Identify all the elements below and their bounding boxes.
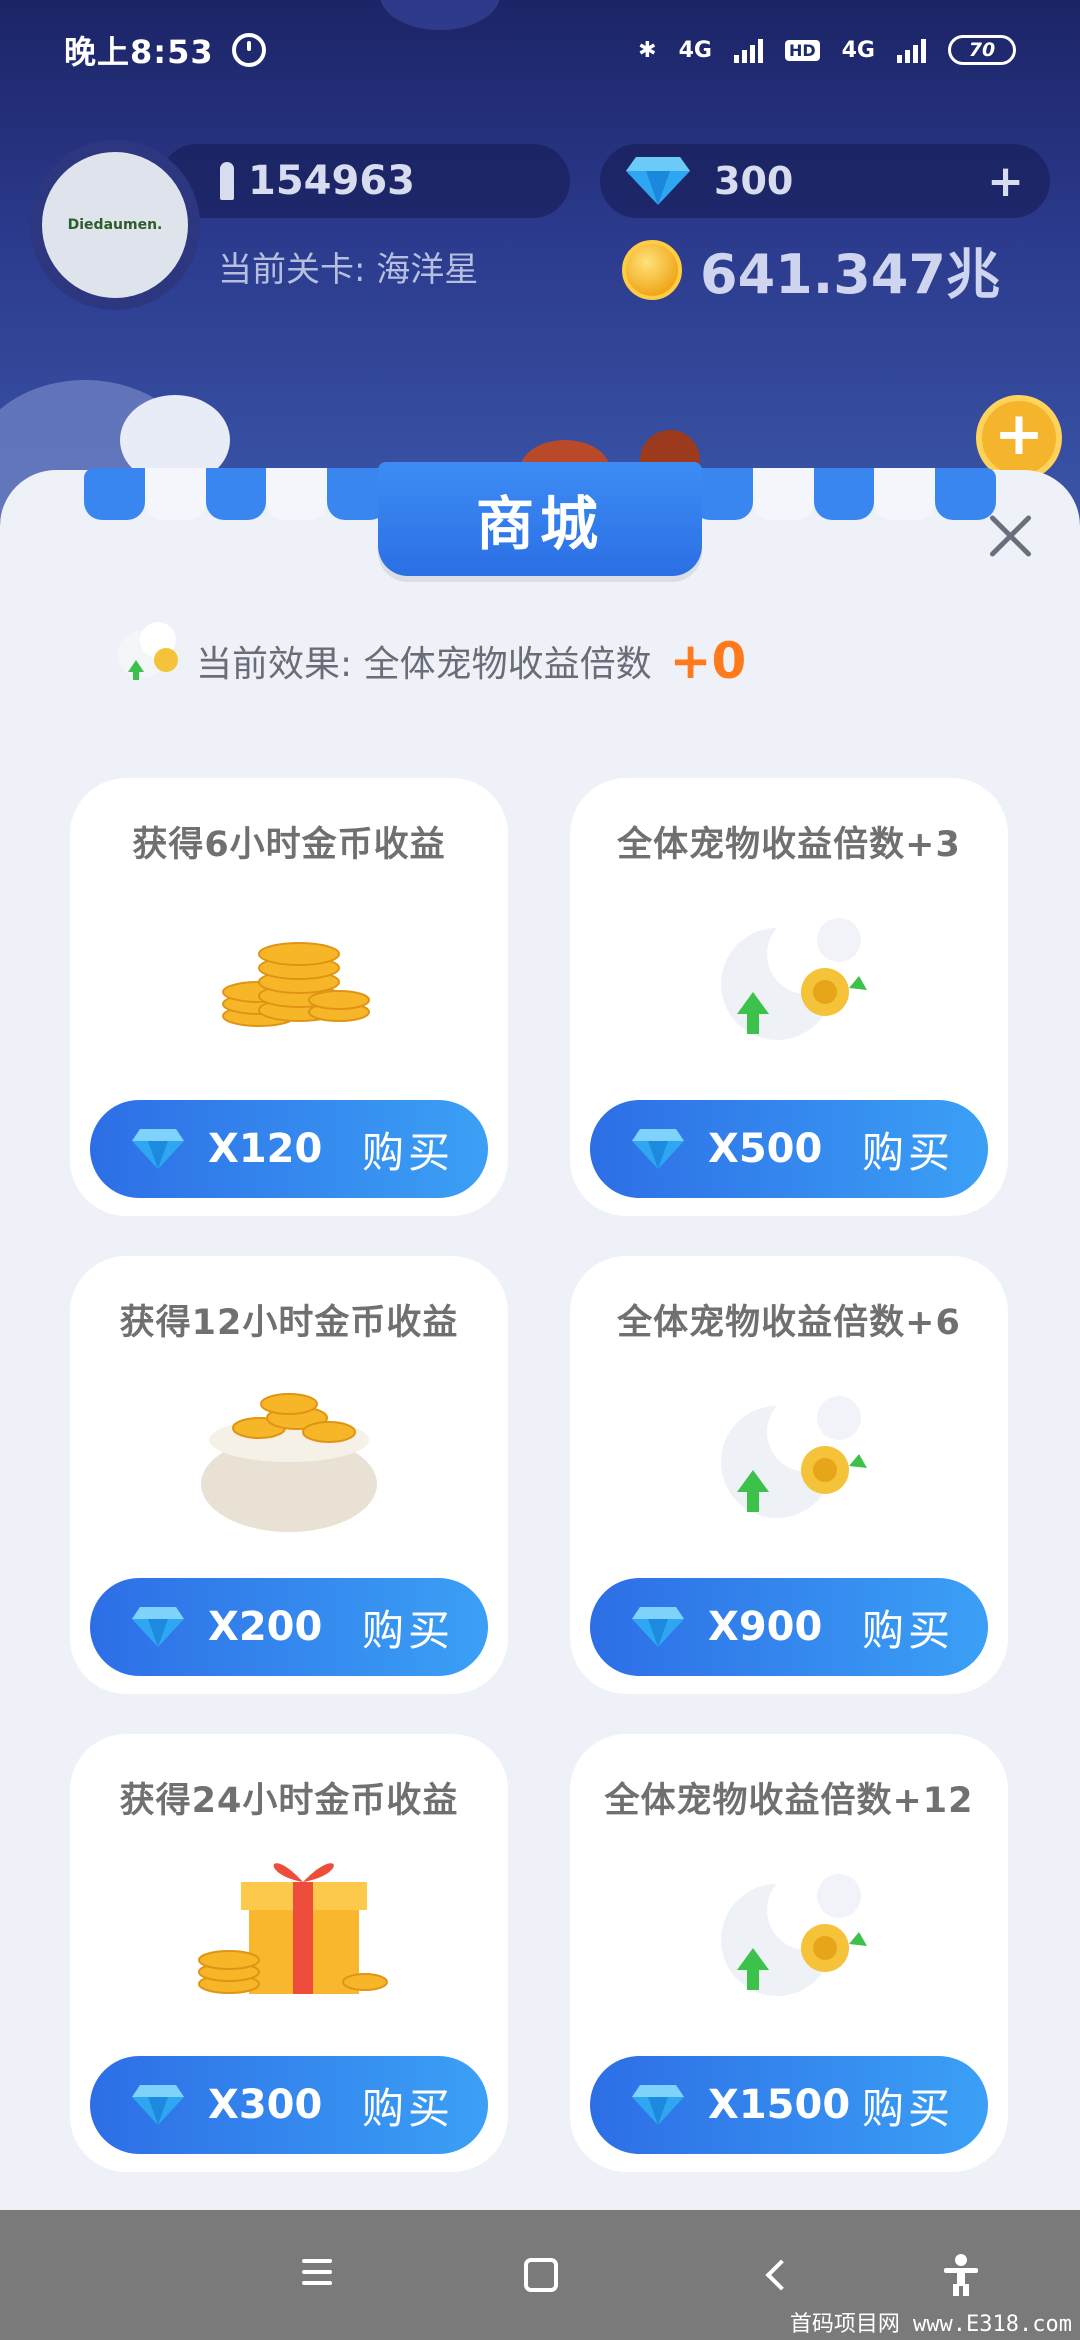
cloud-boost-icon xyxy=(689,1844,889,2014)
menu-icon[interactable] xyxy=(294,2252,340,2298)
back-icon[interactable] xyxy=(756,2252,802,2298)
add-gems-button[interactable]: + xyxy=(987,156,1024,207)
network-label-2: 4G xyxy=(841,37,875,63)
shop-item-title: 获得24小时金币收益 xyxy=(119,1781,459,1821)
buy-label: 购买 xyxy=(862,1127,955,1177)
price-value: X1500 xyxy=(708,2082,851,2128)
current-effect-value: +0 xyxy=(669,632,747,690)
buy-label: 购买 xyxy=(362,1127,455,1177)
gift-box-icon xyxy=(189,1844,389,2014)
diamond-icon xyxy=(630,2083,686,2127)
battery-icon: 70 xyxy=(948,35,1016,65)
shop-item-title: 获得12小时金币收益 xyxy=(119,1303,459,1343)
avatar[interactable]: Diedaumen. xyxy=(30,140,200,310)
shop-item-title: 获得6小时金币收益 xyxy=(132,825,446,865)
rocket-icon xyxy=(220,162,234,200)
buy-button[interactable]: X1500 购买 xyxy=(590,2056,988,2154)
watermark: 首码项目网 www.E318.com xyxy=(789,2312,1072,2337)
cloud-boost-icon xyxy=(689,888,889,1058)
buy-label: 购买 xyxy=(862,1605,955,1655)
diamond-icon xyxy=(130,1127,186,1171)
price-value: X200 xyxy=(208,1604,323,1650)
bluetooth-icon: ✱ xyxy=(638,37,657,63)
current-effect-label: 当前效果: 全体宠物收益倍数 xyxy=(196,644,652,685)
shop-item-title: 全体宠物收益倍数+3 xyxy=(617,825,961,865)
buy-button[interactable]: X500 购买 xyxy=(590,1100,988,1198)
current-effect: 当前效果: 全体宠物收益倍数 +0 xyxy=(118,622,747,690)
diamond-icon xyxy=(630,1605,686,1649)
score-value: 154963 xyxy=(248,158,415,204)
buy-button[interactable]: X300 购买 xyxy=(90,2056,488,2154)
diamond-icon xyxy=(130,2083,186,2127)
coin-bag-icon xyxy=(189,1366,389,1536)
coin-value: 641.347兆 xyxy=(700,243,1000,306)
status-time: 晚上8:53 xyxy=(64,33,214,71)
buy-button[interactable]: X900 购买 xyxy=(590,1578,988,1676)
shop-item-card: 全体宠物收益倍数+3 X500 购买 xyxy=(570,778,1008,1216)
hd-badge: HD xyxy=(784,39,820,61)
shop-item-card: 全体宠物收益倍数+12 X1500 购买 xyxy=(570,1734,1008,2172)
buy-label: 购买 xyxy=(362,1605,455,1655)
shop-item-title: 全体宠物收益倍数+12 xyxy=(604,1781,974,1821)
price-value: X120 xyxy=(208,1126,323,1172)
score-pill: 154963 xyxy=(160,144,570,218)
diamond-icon xyxy=(626,157,690,205)
signal-icon xyxy=(733,37,763,63)
status-indicators: ✱ 4G HD 4G 70 xyxy=(638,35,1016,65)
gem-pill: 300 + xyxy=(600,144,1050,218)
network-label-1: 4G xyxy=(678,37,712,63)
price-value: X300 xyxy=(208,2082,323,2128)
shop-item-card: 获得12小时金币收益 X200 购买 xyxy=(70,1256,508,1694)
cloud-boost-icon xyxy=(118,622,178,680)
shop-items-grid: 获得6小时金币收益 X120 购买 全体宠物收益倍数+3 X500 购买 获得12小时金币收… xyxy=(70,778,1008,2172)
shop-item-card: 获得6小时金币收益 X120 购买 xyxy=(70,778,508,1216)
avatar-text: Diedaumen. xyxy=(67,217,163,233)
current-level: 当前关卡: 海洋星 xyxy=(218,250,479,290)
shop-item-card: 获得24小时金币收益 X300 购买 xyxy=(70,1734,508,2172)
close-button[interactable] xyxy=(986,512,1034,560)
price-value: X500 xyxy=(708,1126,823,1172)
shop-item-card: 全体宠物收益倍数+6 X900 购买 xyxy=(570,1256,1008,1694)
shop-title: 商城 xyxy=(378,462,702,576)
system-nav-bar: 首码项目网 www.E318.com xyxy=(0,2210,1080,2340)
gem-count: 300 xyxy=(714,159,794,203)
buy-label: 购买 xyxy=(362,2083,455,2133)
shop-item-title: 全体宠物收益倍数+6 xyxy=(617,1303,961,1343)
buy-button[interactable]: X200 购买 xyxy=(90,1578,488,1676)
buy-label: 购买 xyxy=(862,2083,955,2133)
cloud-boost-icon xyxy=(689,1366,889,1536)
price-value: X900 xyxy=(708,1604,823,1650)
home-icon[interactable] xyxy=(524,2258,558,2292)
buy-button[interactable]: X120 购买 xyxy=(90,1100,488,1198)
coin-stack-icon xyxy=(189,888,389,1058)
diamond-icon xyxy=(630,1127,686,1171)
diamond-icon xyxy=(130,1605,186,1649)
accessibility-icon[interactable] xyxy=(938,2252,984,2298)
alarm-icon xyxy=(231,33,266,67)
signal-icon-2 xyxy=(897,37,926,63)
coin-balance: 641.347兆 xyxy=(622,230,1000,309)
coin-icon xyxy=(622,239,682,300)
status-bar: 晚上8:53 ✱ 4G HD 4G 70 xyxy=(0,0,1080,100)
